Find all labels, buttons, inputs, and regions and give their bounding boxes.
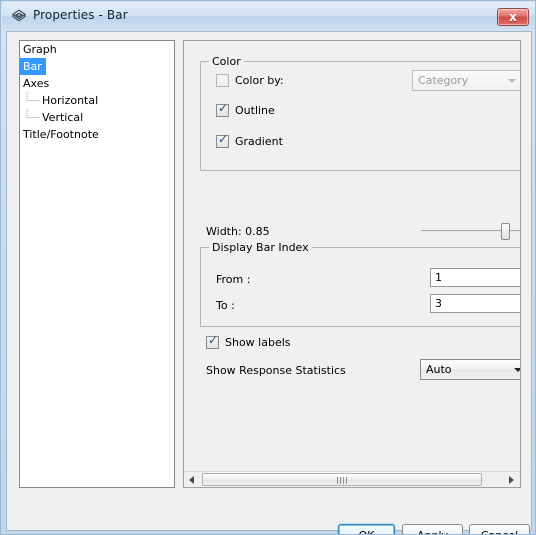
tree-item-label: Vertical	[42, 111, 84, 124]
close-icon: x	[509, 10, 517, 24]
check-icon: ✓	[208, 333, 219, 347]
slider-thumb[interactable]	[501, 223, 510, 240]
response-statistics-label: Show Response Statistics	[206, 364, 346, 377]
tree-row: Horizontal	[20, 92, 174, 109]
arrow-left-icon	[189, 476, 194, 484]
response-statistics-combobox[interactable]: Auto	[420, 359, 520, 380]
chevron-down-icon	[514, 368, 520, 372]
tree-row: Bar	[20, 58, 174, 75]
tree-row: Graph	[20, 41, 174, 58]
to-input[interactable]: 3	[430, 294, 520, 313]
color-by-row[interactable]: Color by:	[216, 73, 336, 89]
tree-item-axes[interactable]: Axes	[20, 75, 174, 92]
tree-elbow-icon	[26, 92, 42, 109]
scrollbar-thumb[interactable]	[202, 473, 482, 486]
gradient-row[interactable]: ✓ Gradient	[216, 132, 336, 150]
tree-item-vertical[interactable]: Vertical	[20, 109, 174, 126]
show-labels-checkbox[interactable]: ✓	[206, 333, 219, 349]
gradient-label: Gradient	[235, 135, 283, 148]
bar-settings-panel: Color Color by: Category ✓ Outline ✓ Gra…	[183, 40, 521, 488]
tree-elbow-icon	[26, 109, 42, 126]
outline-label: Outline	[235, 104, 275, 117]
horizontal-scrollbar[interactable]	[184, 471, 520, 487]
from-label: From :	[216, 273, 251, 286]
apply-button[interactable]: Apply	[402, 524, 463, 534]
close-button[interactable]: x	[497, 8, 529, 26]
gradient-checkbox[interactable]: ✓	[216, 132, 229, 148]
width-label: Width: 0.85	[206, 225, 270, 238]
show-labels-label: Show labels	[225, 336, 291, 349]
dialog-client-area: Graph Bar Axes Horizontal Vertical Title…	[6, 31, 532, 534]
properties-tree[interactable]: Graph Bar Axes Horizontal Vertical Title…	[19, 40, 175, 488]
color-by-label: Color by:	[235, 74, 284, 87]
color-groupbox-title: Color	[209, 55, 244, 68]
arrow-right-icon	[509, 476, 514, 484]
from-input[interactable]: 1	[430, 268, 520, 287]
tree-row: Vertical	[20, 109, 174, 126]
color-by-combobox-value: Category	[418, 74, 469, 87]
color-by-checkbox[interactable]	[216, 74, 229, 87]
window-title: Properties - Bar	[33, 8, 128, 22]
show-labels-row[interactable]: ✓ Show labels	[206, 333, 346, 351]
outline-row[interactable]: ✓ Outline	[216, 101, 336, 119]
title-bar: Properties - Bar x	[2, 2, 535, 30]
outline-checkbox[interactable]: ✓	[216, 101, 229, 117]
tree-item-bar[interactable]: Bar	[20, 58, 46, 75]
check-icon: ✓	[218, 132, 229, 146]
cancel-button[interactable]: Cancel	[469, 524, 530, 534]
bar-settings-content: Color Color by: Category ✓ Outline ✓ Gra…	[184, 41, 520, 471]
tree-item-title-footnote[interactable]: Title/Footnote	[20, 126, 174, 143]
check-icon: ✓	[218, 101, 229, 115]
display-bar-index-title: Display Bar Index	[209, 241, 312, 254]
scrollbar-grip-icon	[337, 477, 348, 484]
tree-item-label: Horizontal	[42, 94, 99, 107]
tree-row: Title/Footnote	[20, 126, 174, 143]
tree-item-horizontal[interactable]: Horizontal	[20, 92, 174, 109]
to-label: To :	[216, 299, 235, 312]
width-slider[interactable]	[421, 221, 520, 241]
ok-button[interactable]: OK	[338, 524, 395, 534]
chevron-down-icon	[508, 79, 516, 83]
color-by-combobox[interactable]: Category	[412, 70, 520, 91]
properties-dialog-window: Properties - Bar x Graph Bar Axes Horizo…	[0, 0, 536, 535]
scroll-right-button[interactable]	[504, 472, 520, 487]
response-statistics-value: Auto	[426, 363, 452, 376]
tree-item-graph[interactable]: Graph	[20, 41, 174, 58]
scroll-left-button[interactable]	[184, 472, 200, 487]
display-bar-index-groupbox: Display Bar Index	[200, 241, 520, 327]
tree-row: Axes	[20, 75, 174, 92]
properties-diamond-icon	[11, 8, 27, 24]
